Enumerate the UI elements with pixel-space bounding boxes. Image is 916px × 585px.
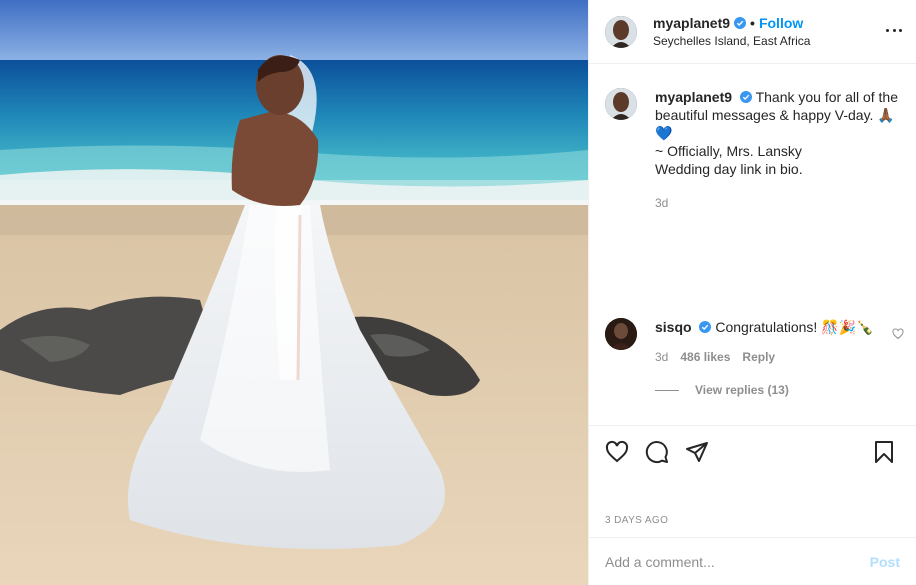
avatar[interactable] [605, 15, 637, 48]
caption-text: Wedding day link in bio. [655, 161, 803, 177]
caption: myaplanet9 Thank you for all of the beau… [605, 88, 902, 212]
heart-icon[interactable] [892, 328, 904, 340]
view-replies-button[interactable]: View replies (13) [655, 383, 789, 397]
verified-badge-icon [734, 16, 747, 29]
post-date[interactable]: 3 DAYS AGO [605, 515, 668, 526]
comment-body: sisqo Congratulations! 🎊🎉🍾 3d 486 likes … [655, 318, 906, 366]
post-location[interactable]: Seychelles Island, East Africa [653, 32, 900, 50]
comment: sisqo Congratulations! 🎊🎉🍾 3d 486 likes … [605, 318, 906, 366]
commenter-avatar-image [605, 318, 637, 350]
comment-timestamp[interactable]: 3d [655, 348, 668, 366]
post-side-panel: myaplanet9 • Follow Seychelles Island, E… [588, 0, 916, 585]
comment-text: Congratulations! 🎊🎉🍾 [715, 319, 874, 335]
bride-on-beach-image [0, 0, 588, 585]
post-photo[interactable] [0, 0, 588, 585]
comment-meta: 3d 486 likes Reply [655, 348, 906, 366]
share-icon[interactable] [685, 440, 709, 464]
caption-username[interactable]: myaplanet9 [655, 89, 732, 105]
instagram-post: myaplanet9 • Follow Seychelles Island, E… [0, 0, 916, 585]
add-comment-bar: Add a comment... Post [589, 537, 916, 585]
reply-button[interactable]: Reply [742, 348, 775, 366]
post-comment-button[interactable]: Post [870, 554, 900, 570]
view-replies-label: View replies (13) [695, 383, 789, 397]
caption-text: ~ Officially, Mrs. Lansky [655, 143, 802, 159]
header-username[interactable]: myaplanet9 [653, 14, 730, 32]
more-options-icon[interactable] [886, 22, 902, 38]
comment-icon[interactable] [645, 440, 669, 464]
user-avatar-image [605, 15, 637, 48]
avatar[interactable] [605, 88, 637, 120]
separator-dot: • [750, 14, 755, 31]
verified-badge-icon [699, 321, 712, 333]
post-header: myaplanet9 • Follow Seychelles Island, E… [589, 0, 916, 64]
header-info: myaplanet9 • Follow Seychelles Island, E… [653, 14, 900, 50]
caption-body: myaplanet9 Thank you for all of the beau… [655, 88, 902, 212]
heart-icon[interactable] [605, 440, 629, 464]
avatar[interactable] [605, 318, 637, 350]
caption-timestamp[interactable]: 3d [655, 194, 902, 212]
follow-button[interactable]: Follow [759, 14, 803, 32]
replies-divider [655, 389, 679, 391]
user-avatar-image [605, 88, 637, 120]
comment-input[interactable]: Add a comment... [605, 554, 870, 570]
comment-username[interactable]: sisqo [655, 319, 692, 335]
caption-text: 💙 [655, 125, 673, 141]
bookmark-icon[interactable] [872, 440, 896, 464]
action-bar [589, 425, 916, 477]
comment-likes[interactable]: 486 likes [680, 348, 730, 366]
verified-badge-icon [739, 91, 752, 103]
